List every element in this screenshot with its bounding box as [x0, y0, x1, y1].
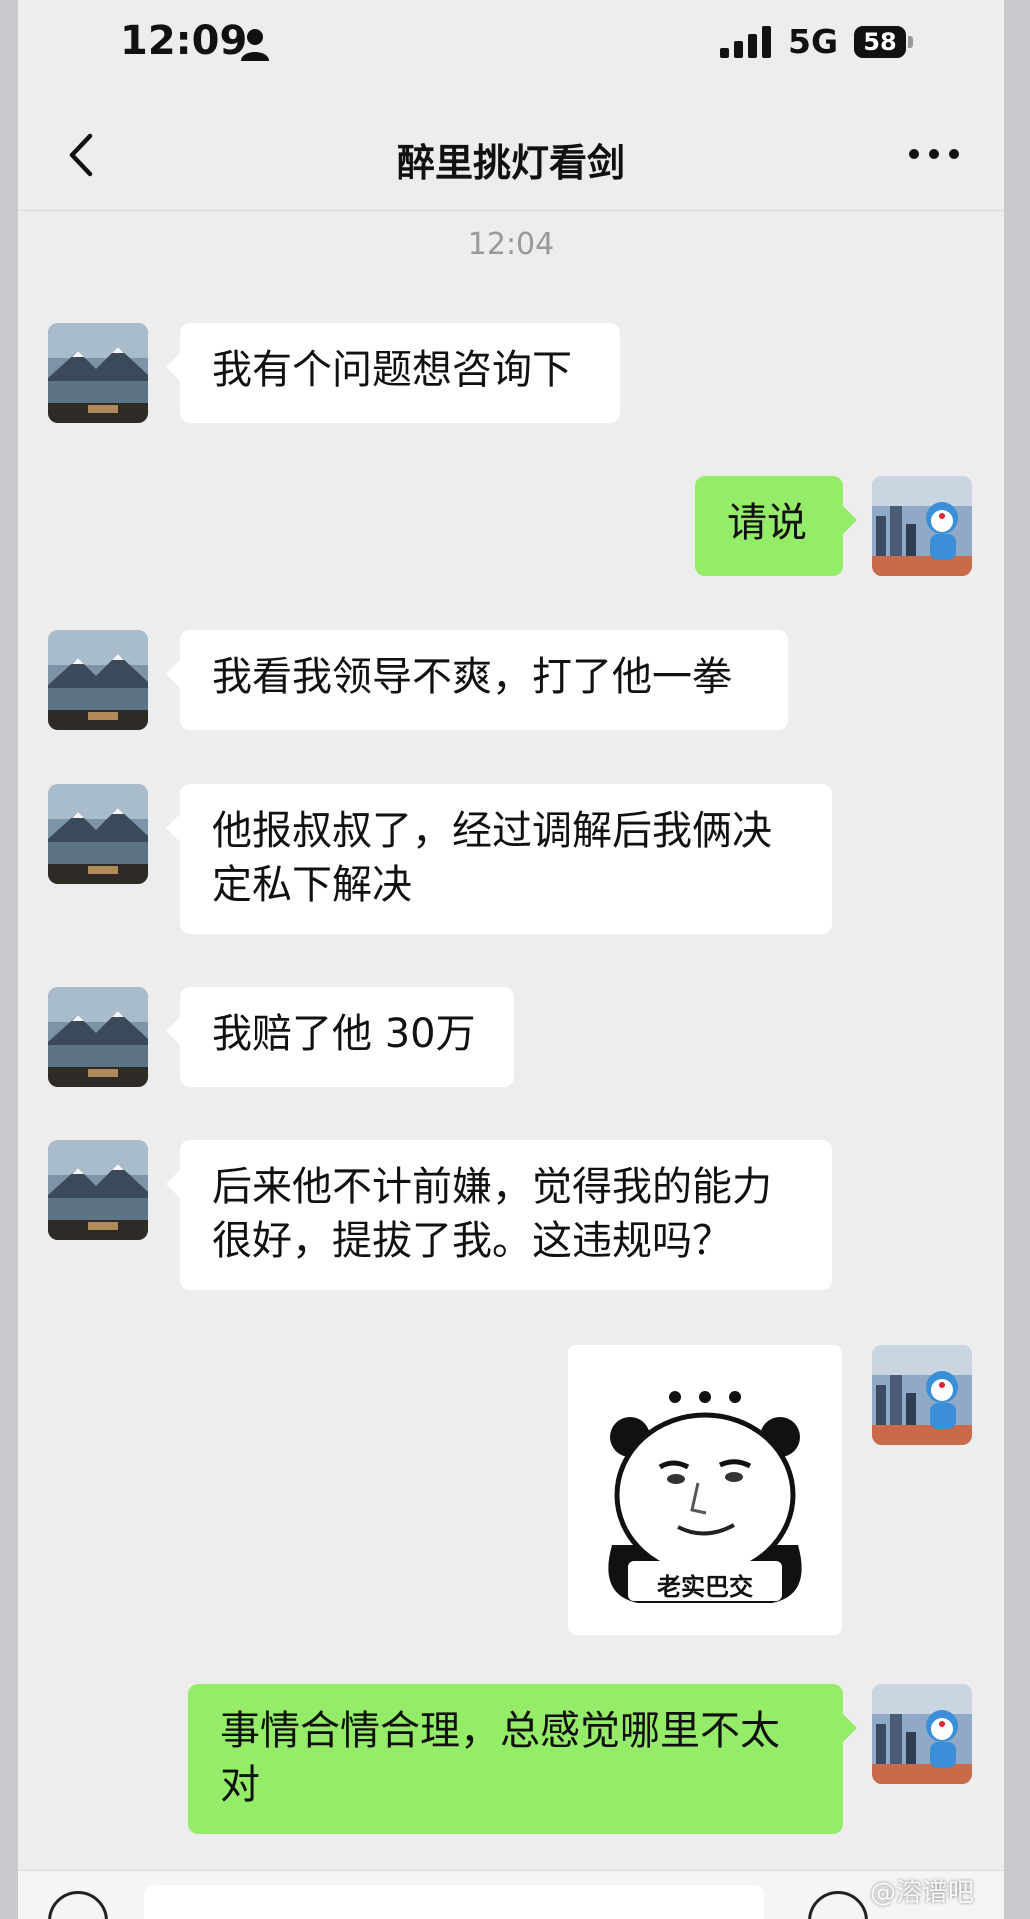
message-text: 我有个问题想咨询下 — [212, 347, 572, 393]
input-bar — [18, 1870, 1004, 1919]
sticker-message[interactable]: 老实巴交 — [568, 1345, 842, 1635]
message-text: 我赔了他 30万 — [212, 1011, 476, 1057]
person-icon — [241, 29, 269, 61]
message-text: 后来他不计前嫌，觉得我的能力很好，提拔了我。这违规吗？ — [212, 1164, 772, 1264]
chat-screen: 12:09 5G 58 醉里挑灯看剑 12:04 我有个问题想咨询下 请说 我看… — [18, 0, 1004, 1919]
my-avatar[interactable] — [872, 476, 972, 576]
signal-bars-icon — [720, 26, 771, 58]
status-bar: 12:09 5G 58 — [18, 0, 1004, 88]
message-text: 他报叔叔了，经过调解后我俩决定私下解决 — [212, 808, 772, 908]
contact-avatar[interactable] — [48, 784, 148, 884]
voice-toggle-icon[interactable] — [48, 1891, 108, 1919]
message-bubble[interactable]: 我看我领导不爽，打了他一拳 — [166, 630, 788, 730]
message-bubble[interactable]: 事情合情合理，总感觉哪里不太对 — [188, 1684, 857, 1834]
message-text: 请说 — [727, 500, 807, 546]
contact-avatar[interactable] — [48, 1140, 148, 1240]
watermark: @溶谱吧 — [870, 1878, 975, 1908]
message-bubble[interactable]: 请说 — [695, 476, 857, 576]
message-bubble[interactable]: 我有个问题想咨询下 — [166, 323, 620, 423]
status-time: 12:09 — [120, 18, 248, 64]
my-avatar[interactable] — [872, 1345, 972, 1445]
sticker-caption: 老实巴交 — [657, 1573, 753, 1601]
emoji-icon[interactable] — [808, 1891, 868, 1919]
message-bubble[interactable]: 我赔了他 30万 — [166, 987, 514, 1087]
message-bubble[interactable]: 后来他不计前嫌，觉得我的能力很好，提拔了我。这违规吗？ — [166, 1140, 832, 1290]
chat-title: 醉里挑灯看剑 — [396, 141, 625, 185]
my-avatar[interactable] — [872, 1684, 972, 1784]
more-dots-icon[interactable] — [904, 134, 964, 174]
message-text: 事情合情合理，总感觉哪里不太对 — [220, 1708, 780, 1808]
battery-tip — [908, 36, 913, 48]
contact-avatar[interactable] — [48, 323, 148, 423]
chat-header: 醉里挑灯看剑 — [18, 100, 1004, 211]
message-bubble[interactable]: 他报叔叔了，经过调解后我俩决定私下解决 — [166, 784, 832, 934]
message-text: 我看我领导不爽，打了他一拳 — [212, 654, 732, 700]
contact-avatar[interactable] — [48, 630, 148, 730]
contact-avatar[interactable] — [48, 987, 148, 1087]
message-input[interactable] — [144, 1885, 764, 1919]
message-timestamp: 12:04 — [467, 227, 555, 262]
battery-indicator: 58 — [854, 26, 906, 58]
network-type: 5G — [788, 22, 839, 61]
